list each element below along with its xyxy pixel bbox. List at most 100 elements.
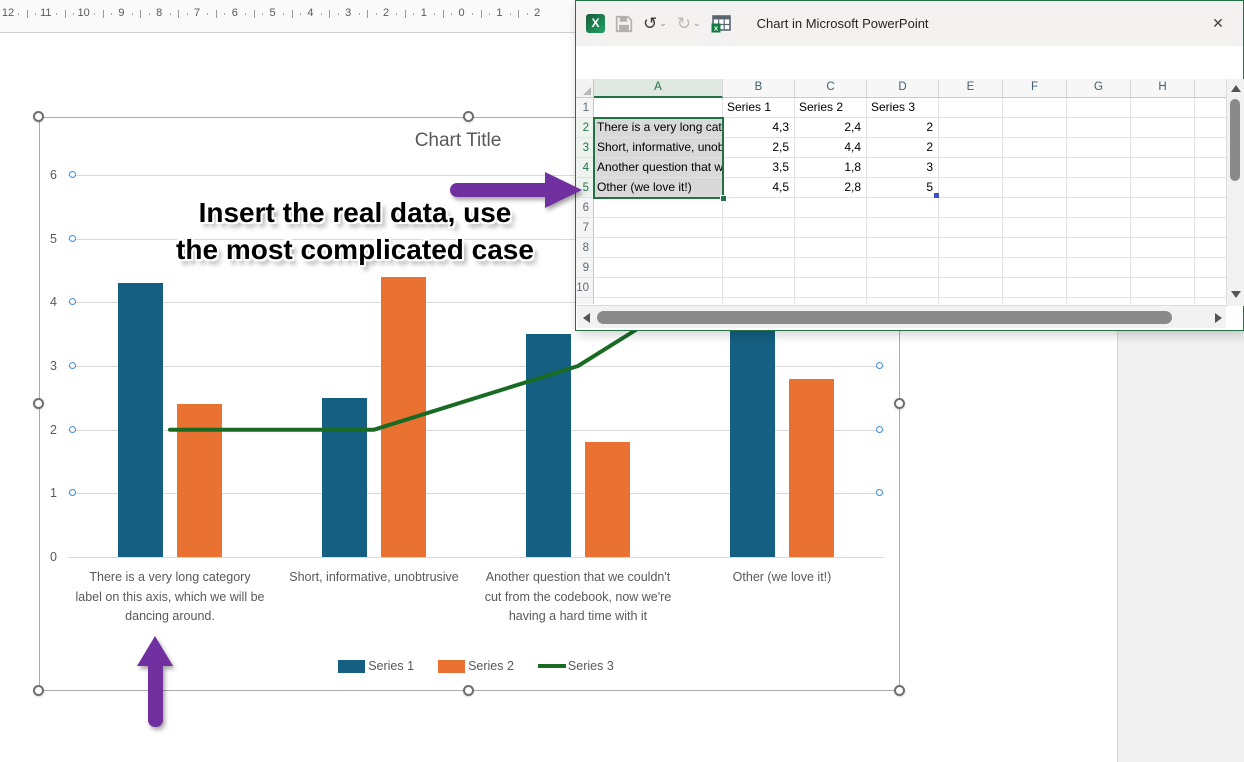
cell-D5[interactable]: 5	[867, 178, 939, 198]
bar-series2-cat1[interactable]	[177, 404, 222, 557]
cell-H3[interactable]	[1131, 138, 1195, 158]
gridline-handle[interactable]	[69, 235, 76, 242]
cell-H1[interactable]	[1131, 98, 1195, 118]
cell-E2[interactable]	[939, 118, 1003, 138]
cell-A4[interactable]: Another question that we couldn't cut fr…	[594, 158, 723, 178]
cell-G10[interactable]	[1067, 278, 1131, 298]
cell-E8[interactable]	[939, 238, 1003, 258]
cell-B8[interactable]	[723, 238, 795, 258]
cell-H8[interactable]	[1131, 238, 1195, 258]
row-header-1[interactable]: 1	[576, 98, 594, 118]
row-header-2[interactable]: 2	[576, 118, 594, 138]
cell-E9[interactable]	[939, 258, 1003, 278]
cell-G2[interactable]	[1067, 118, 1131, 138]
cell-H5[interactable]	[1131, 178, 1195, 198]
select-all-corner[interactable]	[576, 79, 594, 98]
cell-G8[interactable]	[1067, 238, 1131, 258]
legend-item-series2[interactable]: Series 2	[438, 659, 514, 673]
cell-F6[interactable]	[1003, 198, 1067, 218]
cell-F1[interactable]	[1003, 98, 1067, 118]
gridline-handle[interactable]	[69, 426, 76, 433]
cell-F7[interactable]	[1003, 218, 1067, 238]
bar-series2-cat4[interactable]	[789, 379, 834, 557]
cell-A10[interactable]	[594, 278, 723, 298]
col-header-F[interactable]: F	[1003, 79, 1067, 98]
cell-I3[interactable]	[1195, 138, 1227, 158]
cell-C5[interactable]: 2,8	[795, 178, 867, 198]
bar-series1-cat1[interactable]	[118, 283, 163, 557]
chart-resize-handle[interactable]	[33, 685, 44, 696]
cell-B9[interactable]	[723, 258, 795, 278]
cell-I2[interactable]	[1195, 118, 1227, 138]
row-header-9[interactable]: 9	[576, 258, 594, 278]
gridline-handle[interactable]	[876, 362, 883, 369]
cell-H10[interactable]	[1131, 278, 1195, 298]
selection-fill-handle[interactable]	[720, 195, 727, 202]
chart-resize-handle[interactable]	[894, 398, 905, 409]
cell-E5[interactable]	[939, 178, 1003, 198]
cell-B6[interactable]	[723, 198, 795, 218]
cell-I1[interactable]	[1195, 98, 1227, 118]
legend-item-series3[interactable]: Series 3	[538, 659, 614, 673]
col-header-B[interactable]: B	[723, 79, 795, 98]
cell-E3[interactable]	[939, 138, 1003, 158]
cell-D2[interactable]: 2	[867, 118, 939, 138]
cell-D10[interactable]	[867, 278, 939, 298]
cell-G3[interactable]	[1067, 138, 1131, 158]
cell-F5[interactable]	[1003, 178, 1067, 198]
cell-H6[interactable]	[1131, 198, 1195, 218]
gridline-handle[interactable]	[876, 489, 883, 496]
cell-H2[interactable]	[1131, 118, 1195, 138]
vertical-scroll-thumb[interactable]	[1230, 99, 1240, 181]
cell-B7[interactable]	[723, 218, 795, 238]
gridline-handle[interactable]	[69, 298, 76, 305]
cell-C4[interactable]: 1,8	[795, 158, 867, 178]
cell-I4[interactable]	[1195, 158, 1227, 178]
scroll-up-icon[interactable]	[1231, 85, 1241, 92]
scroll-down-icon[interactable]	[1231, 291, 1241, 298]
cell-A8[interactable]	[594, 238, 723, 258]
cell-G6[interactable]	[1067, 198, 1131, 218]
gridline-handle[interactable]	[69, 489, 76, 496]
cell-D6[interactable]	[867, 198, 939, 218]
cell-G7[interactable]	[1067, 218, 1131, 238]
cell-D7[interactable]	[867, 218, 939, 238]
gridline-handle[interactable]	[69, 171, 76, 178]
cell-I8[interactable]	[1195, 238, 1227, 258]
cell-C1[interactable]: Series 2	[795, 98, 867, 118]
vertical-scrollbar[interactable]	[1226, 79, 1244, 306]
cell-G1[interactable]	[1067, 98, 1131, 118]
cell-H4[interactable]	[1131, 158, 1195, 178]
spreadsheet-grid[interactable]: ABCDEFGH1Series 1Series 2Series 32There …	[576, 1, 1243, 330]
row-header-7[interactable]: 7	[576, 218, 594, 238]
cell-F4[interactable]	[1003, 158, 1067, 178]
cell-G4[interactable]	[1067, 158, 1131, 178]
scroll-left-icon[interactable]	[583, 313, 590, 323]
cell-C9[interactable]	[795, 258, 867, 278]
cell-A3[interactable]: Short, informative, unobtrusive	[594, 138, 723, 158]
row-header-3[interactable]: 3	[576, 138, 594, 158]
gridline-handle[interactable]	[69, 362, 76, 369]
cell-I7[interactable]	[1195, 218, 1227, 238]
arrow-up-shape[interactable]	[135, 636, 175, 731]
cell-F3[interactable]	[1003, 138, 1067, 158]
cell-H7[interactable]	[1131, 218, 1195, 238]
cell-C8[interactable]	[795, 238, 867, 258]
cell-D4[interactable]: 3	[867, 158, 939, 178]
cell-C10[interactable]	[795, 278, 867, 298]
chart-resize-handle[interactable]	[33, 398, 44, 409]
cell-D3[interactable]: 2	[867, 138, 939, 158]
col-header-A[interactable]: A	[594, 79, 723, 98]
row-header-10[interactable]: 10	[576, 278, 594, 298]
cell-I5[interactable]	[1195, 178, 1227, 198]
row-header-8[interactable]: 8	[576, 238, 594, 258]
bar-series1-cat2[interactable]	[322, 398, 367, 557]
col-header-G[interactable]: G	[1067, 79, 1131, 98]
cell-F8[interactable]	[1003, 238, 1067, 258]
cell-A9[interactable]	[594, 258, 723, 278]
horizontal-scrollbar[interactable]	[577, 305, 1226, 328]
chart-resize-handle[interactable]	[33, 111, 44, 122]
bar-series2-cat3[interactable]	[585, 442, 630, 557]
cell-I10[interactable]	[1195, 278, 1227, 298]
scroll-right-icon[interactable]	[1215, 313, 1222, 323]
